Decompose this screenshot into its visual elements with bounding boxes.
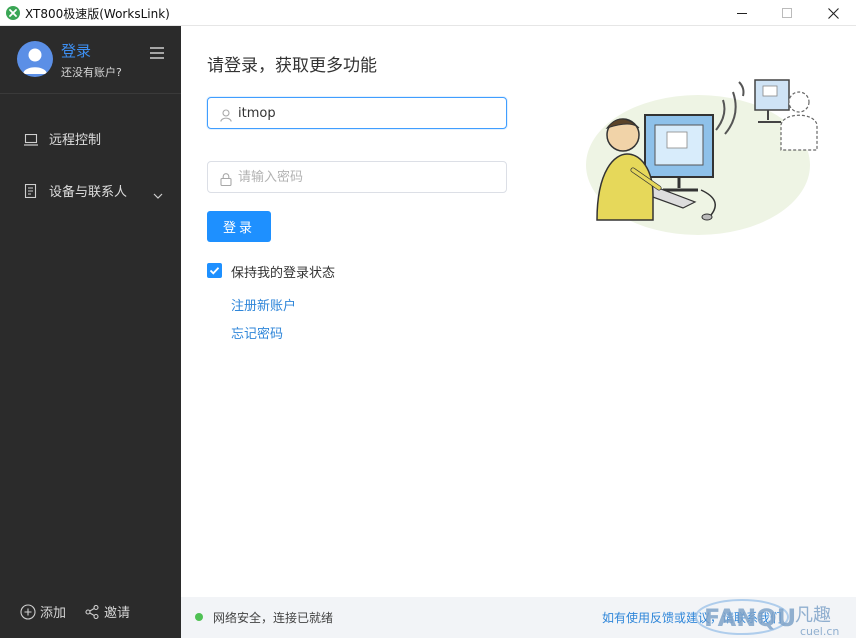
username-field[interactable] (207, 97, 507, 129)
remember-login-label[interactable]: 保持我的登录状态 (231, 262, 335, 281)
maximize-button[interactable] (764, 0, 810, 26)
register-link[interactable]: 注册新账户 (231, 295, 296, 314)
svg-text:FANQU: FANQU (704, 604, 796, 632)
page-title: 请登录，获取更多功能 (207, 56, 377, 76)
no-account-text[interactable]: 还没有账户? (61, 64, 122, 80)
connection-status-text: 网络安全，连接已就绪 (213, 611, 334, 625)
avatar[interactable] (17, 41, 53, 77)
connection-status-dot (195, 613, 203, 621)
add-circle-icon (20, 603, 36, 620)
minimize-button[interactable] (719, 0, 765, 26)
invite-button[interactable]: 邀请 (85, 602, 130, 621)
checkmark-icon (209, 267, 220, 275)
share-icon (85, 604, 99, 619)
sidebar-divider (0, 93, 181, 94)
minimize-icon (737, 13, 747, 14)
add-label: 添加 (40, 606, 67, 621)
forgot-password-link[interactable]: 忘记密码 (231, 323, 283, 342)
window-title: XT800极速版(WorksLink) (25, 7, 170, 21)
monitor-icon (24, 131, 38, 150)
add-button[interactable]: 添加 (20, 602, 66, 621)
password-field[interactable] (207, 161, 507, 193)
menu-icon[interactable] (150, 44, 164, 63)
sidebar-login-link[interactable]: 登录 (61, 40, 91, 61)
sidebar-item-label: 远程控制 (49, 133, 102, 148)
login-button[interactable]: 登录 (207, 211, 271, 242)
close-button[interactable] (810, 0, 856, 26)
watermark-logo: FANQU 凡趣 cuel.cn (690, 595, 856, 638)
contacts-icon (24, 183, 37, 202)
app-logo-icon (6, 6, 20, 20)
title-bar: XT800极速版(WorksLink) (0, 0, 856, 26)
svg-text:cuel.cn: cuel.cn (800, 625, 839, 638)
user-icon (220, 107, 232, 126)
svg-text:凡趣: 凡趣 (795, 605, 831, 626)
remember-login-checkbox[interactable] (207, 263, 222, 278)
sidebar-item-devices-contacts[interactable]: 设备与联系人 (0, 175, 181, 205)
invite-label: 邀请 (104, 606, 131, 621)
password-input[interactable] (238, 168, 498, 186)
sidebar: 登录 还没有账户? 远程控制 设备与联系人 添加 邀请 (0, 26, 181, 638)
chevron-down-icon[interactable] (153, 185, 163, 204)
maximize-icon (782, 8, 792, 18)
remote-control-illustration (583, 70, 833, 240)
sidebar-item-remote-control[interactable]: 远程控制 (0, 123, 181, 153)
lock-icon (220, 171, 232, 190)
close-icon (827, 7, 839, 19)
sidebar-item-label: 设备与联系人 (49, 185, 128, 200)
username-input[interactable] (238, 104, 498, 122)
default-avatar-icon (23, 48, 47, 74)
